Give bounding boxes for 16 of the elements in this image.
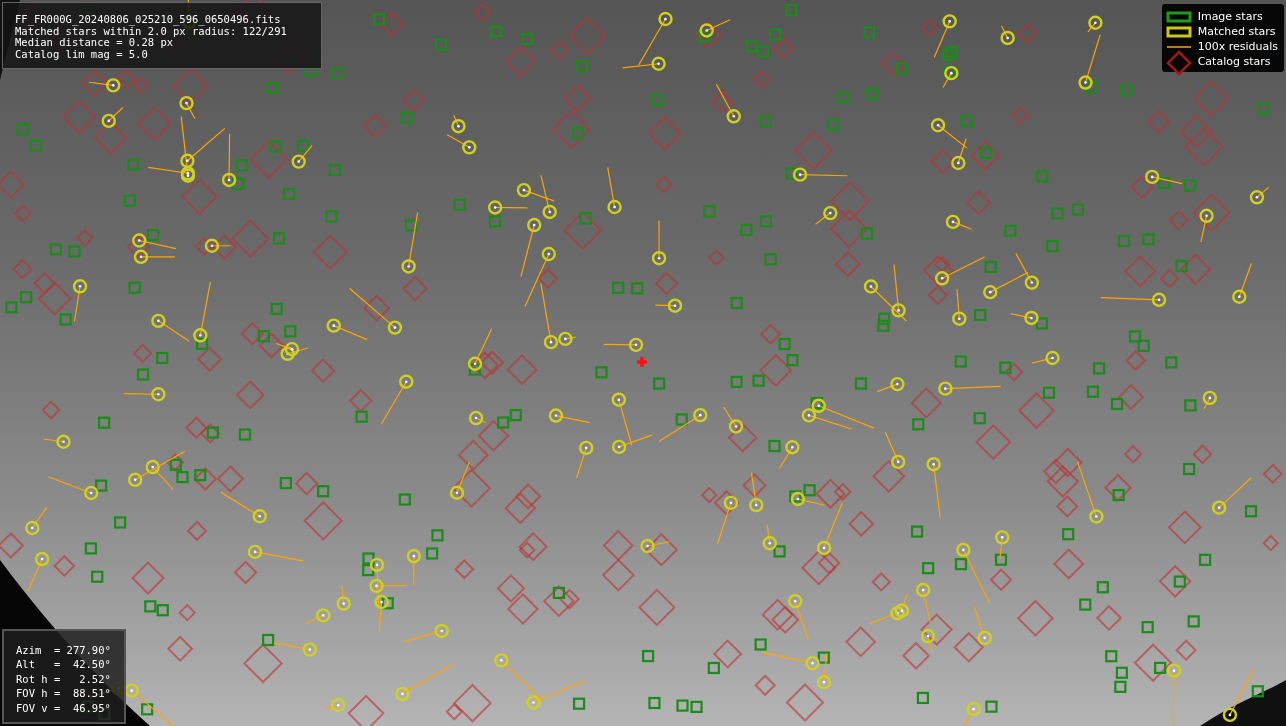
square-marker-icon (1165, 10, 1192, 23)
legend-label: 100x residuals (1197, 40, 1278, 53)
info-text: FF_FR000G_20240806_025210_596_0650496.fits (15, 14, 282, 26)
square-marker-icon (1165, 25, 1192, 38)
pointing-text: FOV v = 46.95° (16, 702, 112, 714)
info-text: Median distance = 0.28 px (15, 37, 174, 49)
info-text: Catalog lim mag = 5.0 (15, 48, 149, 60)
legend-label: Matched stars (1197, 25, 1276, 38)
pointing-text: FOV h = 88.51° (16, 688, 112, 700)
pointing-text: Rot h = 2.52° (16, 673, 112, 685)
pointing-text: Azim = 277.90° (16, 644, 112, 656)
legend-label: Image stars (1197, 10, 1263, 23)
legend-label: Catalog stars (1197, 55, 1271, 68)
info-text: Matched stars within 2.0 px radius: 122/291 (15, 25, 288, 37)
pointing-text: Alt = 42.50° (16, 659, 112, 671)
diamond-marker-icon (1165, 49, 1192, 76)
